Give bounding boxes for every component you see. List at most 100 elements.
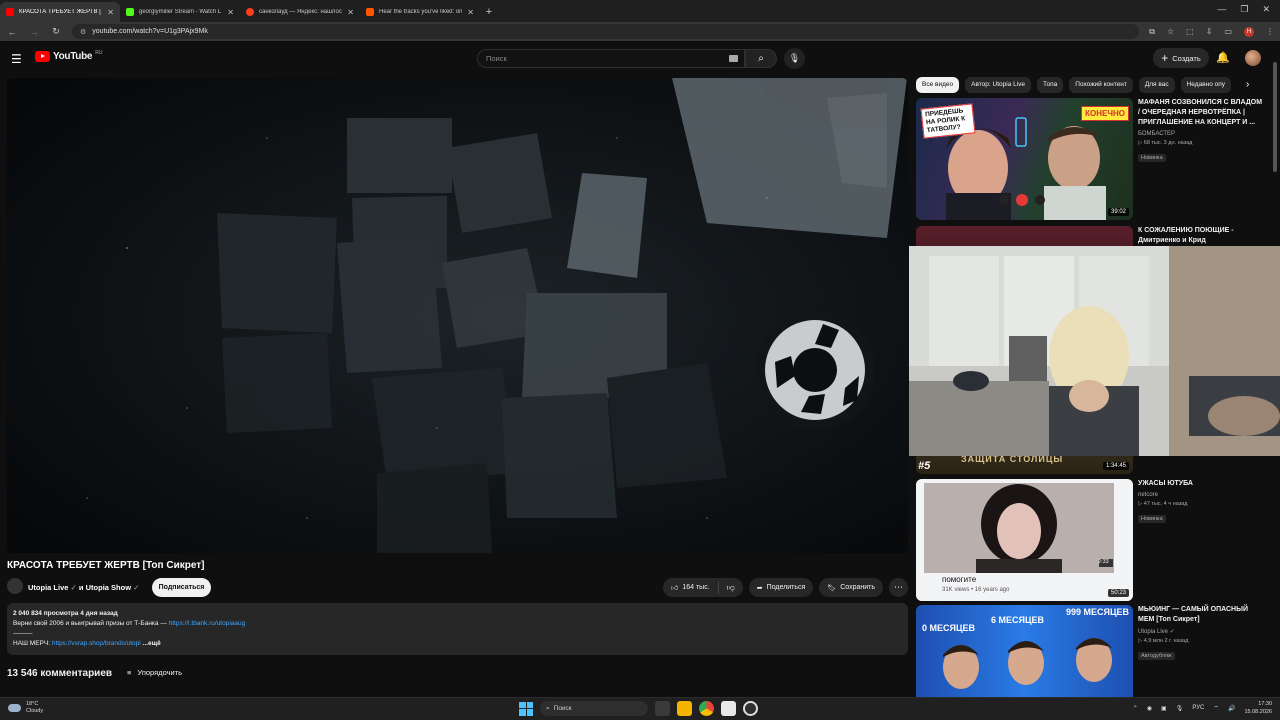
extensions-icon[interactable]: ⬚ bbox=[1186, 27, 1194, 36]
account-avatar[interactable] bbox=[1245, 50, 1261, 66]
downloads-icon[interactable]: ⇩ bbox=[1206, 27, 1213, 36]
search-button[interactable]: ⌕ bbox=[745, 49, 777, 68]
duration-badge: 50:23 bbox=[1107, 589, 1129, 597]
new-tab-button[interactable]: + bbox=[480, 2, 498, 22]
address-bar[interactable]: ⚙ youtube.com/watch?v=U1g3PAjx9Mk bbox=[72, 24, 1140, 39]
language-indicator[interactable]: РУС bbox=[1192, 705, 1204, 711]
soundcloud-favicon-icon bbox=[366, 8, 374, 16]
save-button[interactable]: 🔖︎ Сохранить bbox=[819, 578, 883, 597]
chip-for-you[interactable]: Для вас bbox=[1138, 77, 1175, 93]
chrome-icon[interactable] bbox=[699, 701, 714, 716]
rec-thumbnail[interactable]: 0 МЕСЯЦЕВ 6 МЕСЯЦЕВ 999 МЕСЯЦЕВ bbox=[916, 605, 1133, 697]
search-placeholder: Поиск bbox=[486, 54, 507, 63]
subscribe-button[interactable]: Подписаться bbox=[152, 578, 211, 597]
browser-menu-icon[interactable]: ⋮ bbox=[1266, 27, 1274, 36]
tbank-link[interactable]: https://l.tbank.ru/utopiaaug bbox=[169, 620, 246, 627]
thumb-inner-duration: 2:33 bbox=[1098, 559, 1109, 565]
app-icon[interactable] bbox=[721, 701, 736, 716]
site-info-icon[interactable]: ⚙ bbox=[80, 28, 86, 36]
mic-icon[interactable]: 🎙 bbox=[1176, 705, 1184, 712]
rec-title[interactable]: К СОЖАЛЕНИЮ ПОЮЩИЕ - Дмитриенко и Крид bbox=[1138, 226, 1264, 246]
search-input[interactable]: Поиск bbox=[477, 49, 745, 68]
rec-thumbnail[interactable]: помогите 31K views • 16 years ago 2:33 5… bbox=[916, 479, 1133, 601]
chip-similar[interactable]: Похожий контент bbox=[1069, 77, 1133, 93]
channel-name-1[interactable]: Utopia Live bbox=[28, 583, 68, 592]
weather-widget[interactable]: 18°C Cloudy bbox=[8, 701, 43, 715]
video-player[interactable] bbox=[7, 78, 908, 553]
chips-next-icon[interactable]: › bbox=[1246, 79, 1249, 90]
cast-icon[interactable]: ▭ bbox=[1224, 27, 1232, 36]
create-button[interactable]: + Создать bbox=[1153, 48, 1209, 68]
video-description[interactable]: 2 040 834 просмотра 4 дня назад Верни св… bbox=[7, 603, 908, 655]
recommendation-item[interactable]: ПРИЕДЕШЬ НА РОЛИК К ТАТВОЛУ? КОНЕЧНО 39:… bbox=[916, 98, 1266, 222]
browser-profile-avatar[interactable]: H bbox=[1244, 26, 1254, 37]
show-more-button[interactable]: ...ещё bbox=[143, 640, 161, 647]
chip-all[interactable]: Все видео bbox=[916, 77, 960, 93]
chip-recent[interactable]: Недавно опу bbox=[1180, 77, 1232, 93]
scrollbar-thumb[interactable] bbox=[1273, 62, 1277, 172]
verified-icon: ✓ bbox=[1169, 629, 1175, 635]
channel-name[interactable]: Utopia Live ✓ и Utopia Show ✓ bbox=[28, 583, 139, 592]
rec-thumbnail[interactable]: ПРИЕДЕШЬ НА РОЛИК К ТАТВОЛУ? КОНЕЧНО 39:… bbox=[916, 98, 1133, 220]
reload-icon[interactable]: ↻ bbox=[50, 26, 62, 37]
close-tab-icon[interactable]: ✕ bbox=[227, 8, 234, 17]
voice-search-button[interactable]: 🎙 bbox=[784, 48, 805, 69]
rec-info: МЬЮИНГ — САМЫЙ ОПАСНЫЙ МЕМ [Топ Сикрет] … bbox=[1138, 605, 1264, 662]
recommendation-item[interactable]: 0 МЕСЯЦЕВ 6 МЕСЯЦЕВ 999 МЕСЯЦЕВ МЬЮИНГ —… bbox=[916, 605, 1266, 697]
close-tab-icon[interactable]: ✕ bbox=[347, 8, 354, 17]
windows-start-icon[interactable] bbox=[519, 701, 533, 716]
merch-link[interactable]: https://vsrap.shop/brands/utopi bbox=[52, 640, 141, 647]
browser-tab-kick[interactable]: georgiymiller Stream - Watch L ✕ bbox=[120, 2, 240, 22]
chip-author[interactable]: Автор: Utopia Live bbox=[965, 77, 1032, 93]
description-separator: ——— bbox=[13, 630, 33, 637]
install-app-icon[interactable]: ⧉ bbox=[1149, 27, 1155, 37]
sort-comments-button[interactable]: ≡ Упорядочить bbox=[127, 668, 182, 677]
minimize-icon[interactable]: — bbox=[1217, 4, 1226, 15]
back-icon[interactable]: ← bbox=[6, 27, 18, 37]
bookmark-star-icon[interactable]: ☆ bbox=[1167, 27, 1174, 36]
page-scrollbar[interactable] bbox=[1272, 47, 1278, 697]
close-tab-icon[interactable]: ✕ bbox=[107, 8, 114, 17]
rec-title[interactable]: МЬЮИНГ — САМЫЙ ОПАСНЫЙ МЕМ [Топ Сикрет] bbox=[1138, 605, 1264, 625]
duration-badge: 39:02 bbox=[1107, 208, 1129, 216]
recommendation-item[interactable]: помогите 31K views • 16 years ago 2:33 5… bbox=[916, 479, 1266, 603]
rec-title[interactable]: МАФАНЯ СОЗВОНИЛСЯ С ВЛАДОМ / ОЧЕРЕДНАЯ Н… bbox=[1138, 98, 1264, 128]
taskbar-search[interactable]: ⌕ Поиск bbox=[540, 701, 648, 716]
dislike-button[interactable]: 👎︎ bbox=[719, 583, 743, 593]
wifi-icon[interactable]: ⌔ bbox=[1213, 704, 1219, 712]
forward-icon[interactable]: → bbox=[28, 27, 40, 37]
chip-top[interactable]: Топа bbox=[1037, 77, 1064, 93]
notifications-bell-icon[interactable]: 🔔 bbox=[1216, 51, 1230, 64]
rec-channel[interactable]: БОМБАСТЕР bbox=[1138, 131, 1264, 137]
rec-channel[interactable]: netcore bbox=[1138, 492, 1264, 498]
network-icon[interactable]: ◉ bbox=[1147, 705, 1152, 712]
youtube-logo[interactable]: YouTube RU bbox=[35, 50, 102, 62]
tray-overflow-icon[interactable]: ⌃ bbox=[1133, 705, 1138, 712]
keyboard-icon[interactable] bbox=[729, 55, 738, 62]
related-filter-chips: Все видео Автор: Utopia Live Топа Похожи… bbox=[916, 77, 1260, 93]
browser-tab-yandex[interactable]: санколауд — Яндекс: нашлос ✕ bbox=[240, 2, 360, 22]
share-button[interactable]: ➦ Поделиться bbox=[748, 578, 814, 597]
thumb-caption-2: КОНЕЧНО bbox=[1081, 106, 1129, 121]
menu-icon[interactable]: ☰ bbox=[11, 52, 22, 66]
restore-icon[interactable]: ❐ bbox=[1240, 4, 1248, 15]
close-tab-icon[interactable]: ✕ bbox=[467, 8, 474, 17]
duration-badge: 1:34:45 bbox=[1102, 462, 1129, 470]
rec-channel[interactable]: Utopia Live ✓ bbox=[1138, 628, 1264, 635]
file-explorer-icon[interactable] bbox=[677, 701, 692, 716]
volume-icon[interactable]: 🔊 bbox=[1228, 705, 1235, 712]
channel-avatar[interactable] bbox=[7, 578, 23, 594]
obs-icon[interactable] bbox=[743, 701, 758, 716]
rec-channel-name[interactable]: Utopia Live bbox=[1138, 629, 1168, 635]
browser-tab-youtube[interactable]: КРАСОТА ТРЕБУЕТ ЖЕРТВ [Топ ✕ bbox=[0, 2, 120, 22]
like-button[interactable]: 👍︎ 164 тыс. bbox=[663, 581, 719, 594]
tray-app-icon[interactable]: ▣ bbox=[1161, 705, 1167, 712]
channel-name-2[interactable]: Utopia Show bbox=[86, 583, 131, 592]
more-actions-button[interactable]: ⋯ bbox=[889, 578, 908, 597]
temperature: 18°C bbox=[26, 701, 39, 707]
rec-title[interactable]: УЖАСЫ ЮТУБА bbox=[1138, 479, 1264, 489]
browser-tab-soundcloud[interactable]: Hear the tracks you've liked: on ✕ bbox=[360, 2, 480, 22]
clock[interactable]: 17:30 15.08.2026 bbox=[1244, 700, 1272, 716]
task-view-icon[interactable] bbox=[655, 701, 670, 716]
close-window-icon[interactable]: ✕ bbox=[1262, 4, 1270, 15]
